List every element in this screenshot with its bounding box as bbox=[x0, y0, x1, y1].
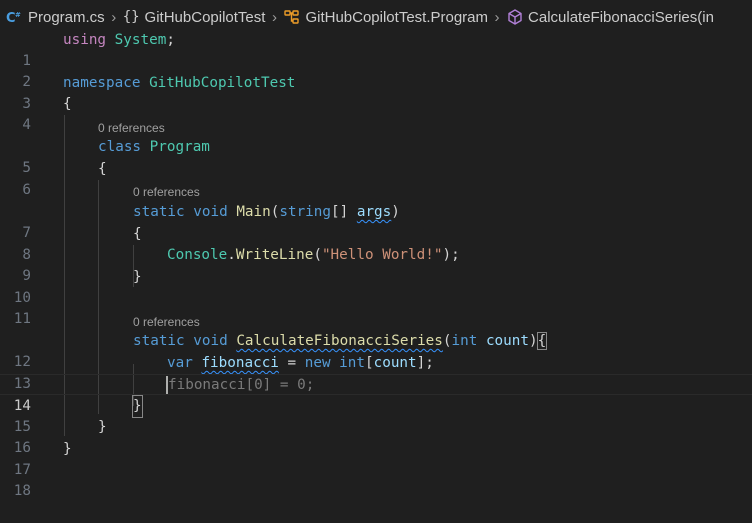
close-brace-highlight: } bbox=[132, 395, 143, 418]
close-brace: } bbox=[63, 441, 72, 457]
breadcrumb-file[interactable]: C # Program.cs bbox=[0, 8, 105, 27]
paren: ) bbox=[391, 204, 400, 220]
code-line-18[interactable]: 18 bbox=[0, 460, 752, 499]
namespace-keyword: namespace bbox=[63, 75, 141, 91]
close-brace: } bbox=[98, 419, 107, 435]
copilot-ghost-suggestion[interactable]: fibonacci[0] = 0; bbox=[168, 377, 314, 393]
count-ref: count bbox=[373, 355, 417, 371]
code-line-11[interactable]: 11 bbox=[0, 288, 752, 327]
paren: ( bbox=[442, 333, 452, 349]
breadcrumb-class[interactable]: GitHubCopilotTest.Program bbox=[283, 8, 488, 26]
csharp-file-icon: C # bbox=[0, 8, 24, 26]
bracket: [ bbox=[365, 355, 374, 371]
paren-semicolon: ); bbox=[442, 247, 460, 263]
code-line-13[interactable]: 13 var fibonacci = new int[count]; bbox=[0, 353, 752, 392]
codelens-references[interactable]: 0 references bbox=[133, 313, 200, 331]
code-line-16[interactable]: 16 } bbox=[0, 417, 752, 456]
method-name: CalculateFibonacciSeries bbox=[236, 333, 443, 349]
array-brackets: [] bbox=[331, 204, 349, 220]
line-number: 6 bbox=[22, 182, 31, 198]
code-line-1[interactable]: 1 using System; bbox=[0, 30, 752, 69]
close-brace: } bbox=[133, 269, 142, 285]
code-line-6[interactable]: 6 { bbox=[0, 159, 752, 198]
breadcrumb-file-label: Program.cs bbox=[28, 8, 105, 26]
int-keyword: int bbox=[451, 333, 478, 349]
var-keyword: var bbox=[167, 355, 193, 371]
code-line-10[interactable]: 10 } bbox=[0, 267, 752, 306]
method-call: WriteLine bbox=[235, 247, 314, 263]
code-line-4[interactable]: 4 { bbox=[0, 94, 752, 133]
method-name: Main bbox=[236, 204, 271, 220]
using-keyword: using bbox=[63, 32, 107, 48]
semicolon: ; bbox=[166, 32, 175, 48]
code-line-8[interactable]: 8 { bbox=[0, 224, 752, 263]
dot: . bbox=[227, 247, 236, 263]
svg-text:#: # bbox=[15, 11, 21, 19]
parameter-name: count bbox=[485, 333, 529, 349]
code-line-9[interactable]: 9 Console.WriteLine("Hello World!"); bbox=[0, 245, 752, 284]
variable-name: fibonacci bbox=[201, 355, 279, 371]
method-cube-icon bbox=[506, 8, 524, 26]
open-brace-highlight: { bbox=[536, 332, 548, 350]
code-line-17[interactable]: 17 } bbox=[0, 439, 752, 478]
line-number: 4 bbox=[22, 117, 31, 133]
namespace-braces-icon: {} bbox=[122, 9, 140, 25]
namespace-ref: System bbox=[114, 32, 167, 48]
bracket-semicolon: ]; bbox=[416, 355, 434, 371]
paren: ( bbox=[313, 247, 322, 263]
int-keyword: int bbox=[339, 355, 365, 371]
string-literal: "Hello World!" bbox=[321, 247, 443, 263]
line-number: 18 bbox=[13, 483, 31, 499]
chevron-right-icon: › bbox=[271, 8, 277, 26]
breadcrumb-namespace[interactable]: {} GitHubCopilotTest bbox=[123, 9, 266, 26]
new-keyword: new bbox=[304, 355, 331, 371]
codelens-references[interactable]: 0 references bbox=[133, 183, 200, 201]
breadcrumb-method[interactable]: CalculateFibonacciSeries(in bbox=[506, 8, 714, 26]
void-keyword: void bbox=[193, 333, 228, 349]
breadcrumb-namespace-label: GitHubCopilotTest bbox=[144, 8, 266, 26]
static-keyword: static bbox=[133, 204, 185, 220]
line-number: 11 bbox=[13, 311, 31, 327]
code-line-2[interactable]: 2 bbox=[0, 51, 752, 90]
code-line-3[interactable]: 3 namespace GitHubCopilotTest bbox=[0, 73, 752, 112]
namespace-name: GitHubCopilotTest bbox=[149, 75, 296, 91]
chevron-right-icon: › bbox=[111, 8, 117, 26]
void-keyword: void bbox=[193, 204, 228, 220]
parameter-name: args bbox=[356, 204, 392, 220]
code-line-12[interactable]: 12 static void CalculateFibonacciSeries(… bbox=[0, 331, 752, 370]
code-line-15[interactable]: 15 } bbox=[0, 395, 752, 435]
open-brace: { bbox=[98, 161, 107, 177]
code-editor[interactable]: 1 using System; 2 3 namespace GitHubCopi… bbox=[0, 28, 752, 499]
assign-operator: = bbox=[278, 355, 305, 371]
breadcrumb-class-label: GitHubCopilotTest.Program bbox=[305, 8, 489, 26]
paren: ) bbox=[529, 333, 538, 349]
code-line-14[interactable]: 14 fibonacci[0] = 0; bbox=[0, 374, 752, 414]
static-keyword: static bbox=[133, 333, 185, 349]
codelens-references[interactable]: 0 references bbox=[98, 119, 165, 137]
class-ref: Console bbox=[167, 247, 228, 263]
open-brace: { bbox=[133, 226, 142, 242]
code-line-5[interactable]: 5 class Program bbox=[0, 137, 752, 176]
chevron-right-icon: › bbox=[494, 8, 500, 26]
open-brace: { bbox=[63, 96, 72, 112]
class-keyword: class bbox=[98, 139, 142, 155]
code-line-7[interactable]: 7 static void Main(string[] args) bbox=[0, 202, 752, 241]
class-icon bbox=[283, 8, 301, 26]
breadcrumb-method-label: CalculateFibonacciSeries(in bbox=[528, 8, 714, 26]
type-keyword: string bbox=[279, 204, 332, 220]
class-name: Program bbox=[149, 139, 210, 155]
